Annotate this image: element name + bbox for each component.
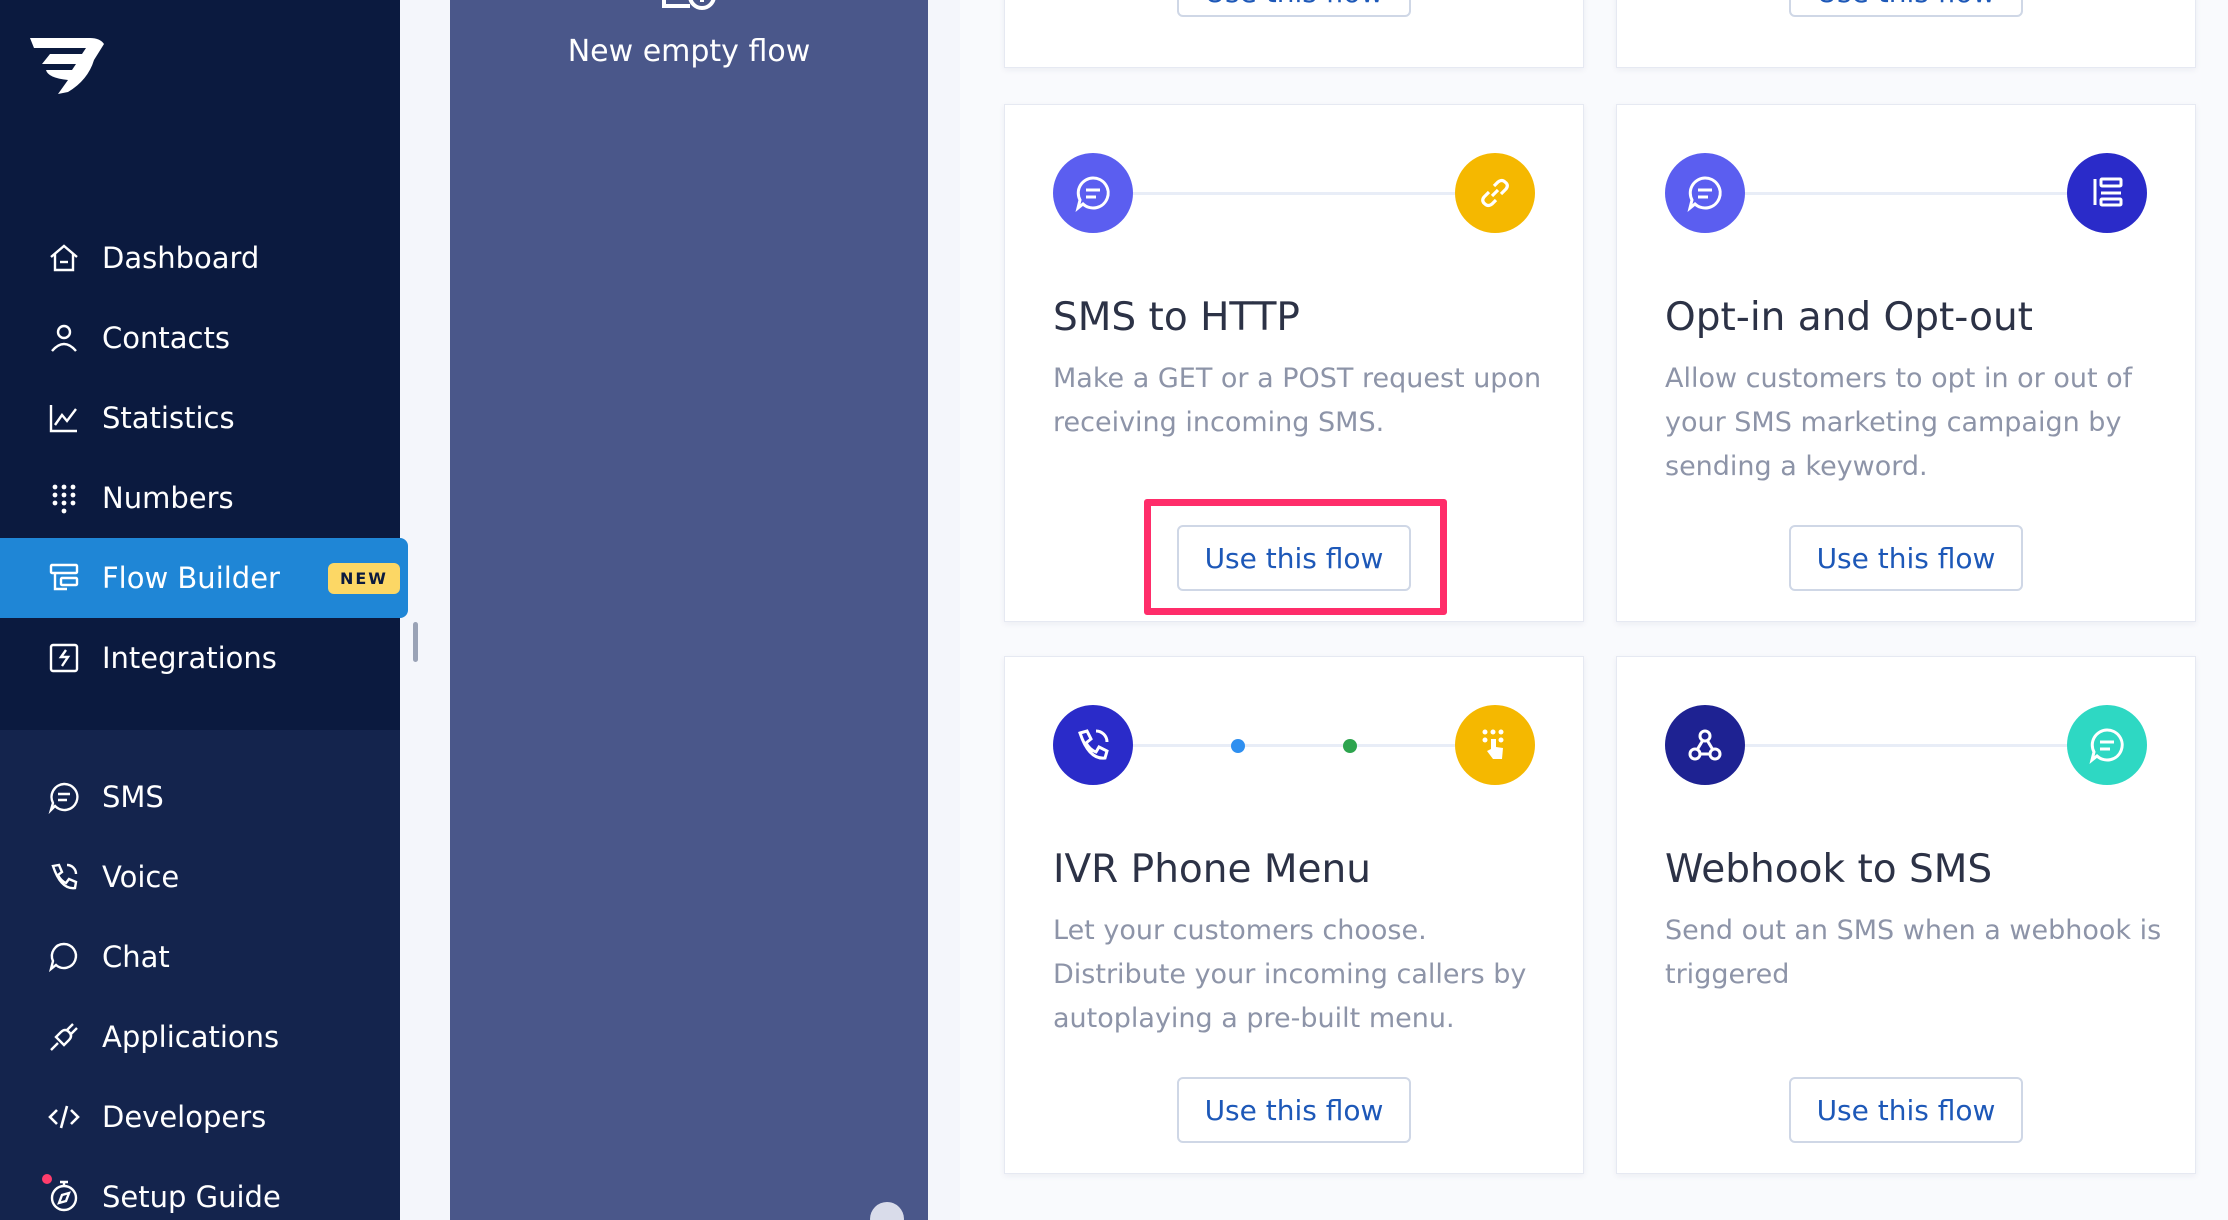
card-title: IVR Phone Menu — [1053, 847, 1371, 892]
dial-pad-icon — [46, 480, 82, 516]
use-this-flow-button[interactable]: Use this flow — [1789, 525, 2023, 591]
sidebar-item-setup-guide[interactable]: Setup Guide — [0, 1157, 400, 1220]
sidebar: Dashboard Contacts Statistics Numbers Fl… — [0, 0, 408, 1220]
notification-dot — [42, 1174, 52, 1184]
phone-icon — [46, 859, 82, 895]
sidebar-item-label: Developers — [102, 1100, 267, 1134]
plug-icon — [46, 1019, 82, 1055]
new-empty-flow-label: New empty flow — [567, 34, 811, 69]
use-this-flow-button[interactable]: Use this flow — [1177, 0, 1411, 17]
use-this-flow-button[interactable]: Use this flow — [1789, 0, 2023, 17]
sidebar-item-dashboard[interactable]: Dashboard — [0, 218, 400, 298]
flow-connector — [1133, 192, 1455, 195]
flow-icon — [46, 560, 82, 596]
chart-icon — [46, 400, 82, 436]
integration-icon — [46, 640, 82, 676]
sidebar-item-label: Numbers — [102, 481, 234, 515]
flow-step-dot — [1343, 739, 1357, 753]
flow-connector — [1745, 744, 2067, 747]
sidebar-item-applications[interactable]: Applications — [0, 997, 400, 1077]
sidebar-item-label: Setup Guide — [102, 1180, 281, 1214]
sidebar-item-label: SMS — [102, 780, 164, 814]
card-title: Opt-in and Opt-out — [1665, 295, 2033, 340]
help-icon[interactable] — [870, 1202, 904, 1220]
sidebar-item-contacts[interactable]: Contacts — [0, 298, 400, 378]
flow-connector — [1133, 744, 1455, 747]
sidebar-item-label: Chat — [102, 940, 170, 974]
messagebird-logo-icon[interactable] — [28, 30, 108, 100]
sms-icon — [46, 779, 82, 815]
sidebar-item-label: Statistics — [102, 401, 235, 435]
sidebar-item-label: Integrations — [102, 641, 277, 675]
card-title: Webhook to SMS — [1665, 847, 1993, 892]
sidebar-item-sms[interactable]: SMS — [0, 757, 400, 837]
template-card-webhook-to-sms: Webhook to SMS Send out an SMS when a we… — [1616, 656, 2196, 1174]
home-icon — [46, 240, 82, 276]
flow-step-dot — [1231, 739, 1245, 753]
sms-icon — [1053, 153, 1133, 233]
sidebar-item-statistics[interactable]: Statistics — [0, 378, 400, 458]
webhook-icon — [1665, 705, 1745, 785]
sidebar-item-label: Contacts — [102, 321, 230, 355]
sidebar-item-voice[interactable]: Voice — [0, 837, 400, 917]
highlight-annotation — [1144, 499, 1447, 615]
sms-icon — [2067, 705, 2147, 785]
card-description: Allow customers to opt in or out of your… — [1665, 363, 2133, 482]
sidebar-item-label: Flow Builder — [102, 561, 280, 595]
new-flow-plus-icon — [662, 0, 716, 10]
flow-connector — [1745, 192, 2067, 195]
person-icon — [46, 320, 82, 356]
sidebar-item-label: Applications — [102, 1020, 280, 1054]
template-card-top-right: Use this flow — [1616, 0, 2196, 68]
template-card-top-left: Use this flow — [1004, 0, 1584, 68]
use-this-flow-button[interactable]: Use this flow — [1177, 1077, 1411, 1143]
phone-icon — [1053, 705, 1133, 785]
template-card-opt-in-opt-out: Opt-in and Opt-out Allow customers to op… — [1616, 104, 2196, 622]
template-card-ivr-phone-menu: IVR Phone Menu Let your customers choose… — [1004, 656, 1584, 1174]
sidebar-item-numbers[interactable]: Numbers — [0, 458, 400, 538]
card-title: SMS to HTTP — [1053, 295, 1300, 340]
compass-icon — [46, 1179, 82, 1215]
sidebar-item-chat[interactable]: Chat — [0, 917, 400, 997]
chat-icon — [46, 939, 82, 975]
sms-icon — [1665, 153, 1745, 233]
list-tree-icon — [2067, 153, 2147, 233]
use-this-flow-button[interactable]: Use this flow — [1789, 1077, 2023, 1143]
sidebar-item-flow-builder[interactable]: Flow Builder NEW — [0, 538, 408, 618]
card-description: Let your customers choose. Distribute yo… — [1053, 915, 1527, 1034]
panel-resize-handle[interactable] — [413, 622, 418, 662]
sidebar-item-developers[interactable]: Developers — [0, 1077, 400, 1157]
card-description: Send out an SMS when a webhook is trigge… — [1665, 915, 2162, 990]
link-icon — [1455, 153, 1535, 233]
card-description: Make a GET or a POST request upon receiv… — [1053, 363, 1542, 438]
sidebar-item-label: Voice — [102, 860, 180, 894]
new-empty-flow-card[interactable]: New empty flow — [450, 0, 928, 1220]
sidebar-item-label: Dashboard — [102, 241, 260, 275]
code-icon — [46, 1099, 82, 1135]
keypad-touch-icon — [1455, 705, 1535, 785]
new-badge: NEW — [327, 562, 400, 594]
sidebar-item-integrations[interactable]: Integrations — [0, 618, 400, 698]
